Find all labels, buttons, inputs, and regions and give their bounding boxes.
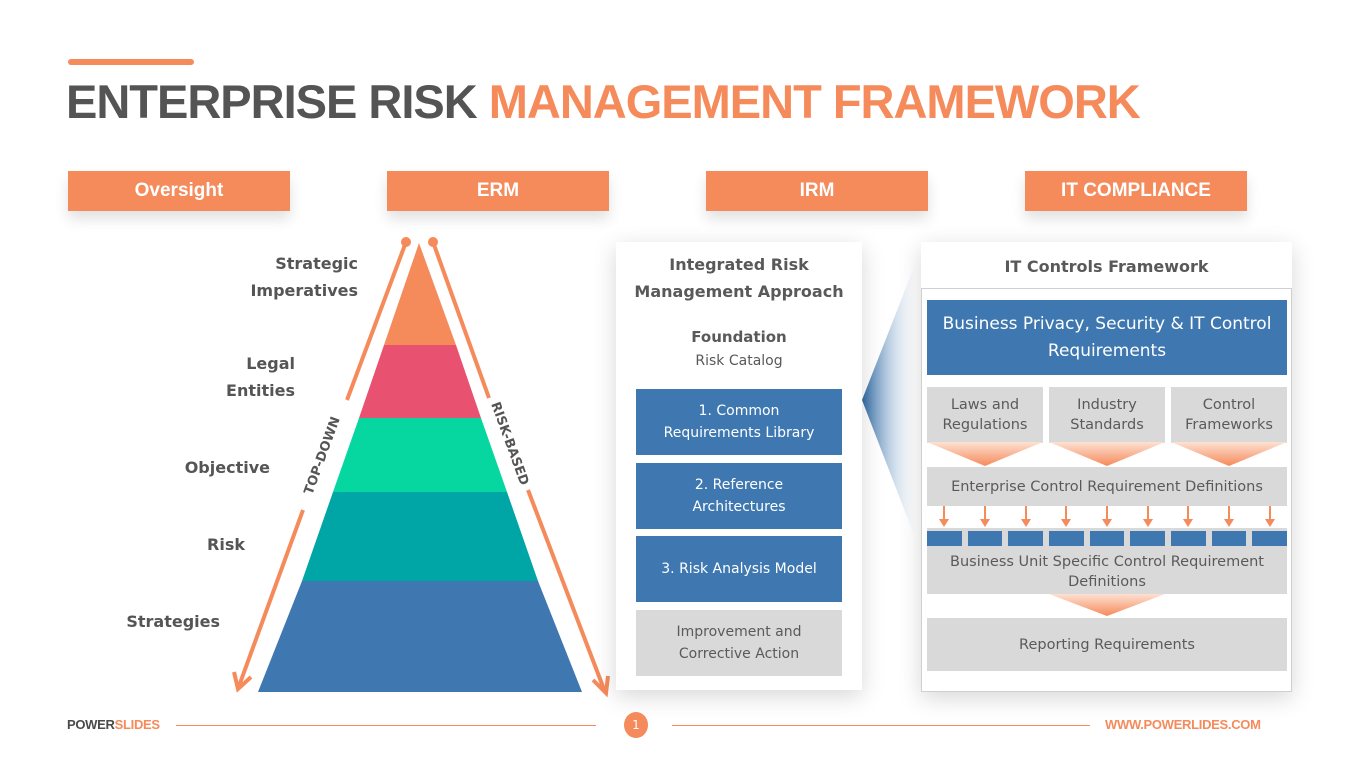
business-unit-bar [1171,531,1206,546]
box-line: Regulations [942,417,1028,433]
arrow-down-icon [1102,506,1112,528]
connector-wedge [862,262,916,540]
box-line: Business Unit Specific Control Requireme… [950,554,1264,570]
box-line: Standards [1070,417,1144,433]
step-line: 1. Common [698,403,780,419]
box-line: Business Privacy, Security & IT Control [942,313,1272,334]
business-privacy-security-requirements: Business Privacy, Security & IT Control … [927,300,1287,375]
irm-step-reference-architectures: 2. Reference Architectures [636,463,842,529]
business-unit-bars [927,531,1287,547]
chevron-down-icon [1049,442,1165,466]
box-line: Frameworks [1185,417,1273,433]
enterprise-control-requirement-definitions: Enterprise Control Requirement Definitio… [927,467,1287,506]
irm-card: Integrated Risk Management Approach Foun… [616,242,862,690]
business-unit-bar [1008,531,1043,546]
box-line: Laws and [950,397,1020,413]
irm-title-line: Integrated Risk [669,255,809,274]
step-line: Architectures [692,499,786,515]
step-line: Improvement and [676,624,802,640]
business-unit-bar [1211,531,1247,546]
reporting-chevron [1049,594,1165,616]
pyramid-level-risk [302,492,538,581]
source-laws-regulations: Laws and Regulations [927,387,1043,443]
brand-slides: SLIDES [114,717,160,732]
irm-risk-catalog: Risk Catalog [695,353,783,369]
source-control-frameworks: Control Frameworks [1171,387,1287,443]
arrow-down-icon [939,506,950,528]
irm-step-risk-analysis-model: 3. Risk Analysis Model [636,536,842,602]
arrow-down-icon [980,506,990,528]
arrow-down-icon [1224,506,1234,528]
business-unit-bar [967,531,1003,546]
pyramid-level-strategies [258,581,582,692]
arrow-down-icon [1142,506,1153,528]
pyramid-level-strategic-imperatives [384,243,456,345]
it-controls-title: IT Controls Framework [1004,257,1209,276]
reporting-requirements: Reporting Requirements [927,618,1287,671]
box-line: Control [1202,397,1256,413]
step-line: 2. Reference [694,477,784,493]
arrow-down-icon [1183,506,1194,528]
page-number: 1 [624,712,648,738]
footer-divider-left [176,725,596,726]
box-line: Requirements [1047,340,1167,361]
irm-improvement-corrective-action: Improvement and Corrective Action [636,610,842,676]
business-unit-bar [1049,531,1084,546]
chevron-down-icon [1049,594,1165,616]
step-line: Requirements Library [663,425,815,441]
box-line: Definitions [1068,574,1146,590]
step-line: Corrective Action [678,646,800,662]
arrow-down-icon [1061,506,1072,528]
irm-title: Integrated Risk Management Approach [616,251,862,305]
pyramid-level-objective [333,418,507,492]
business-unit-bar [927,531,962,546]
business-unit-bar [1089,531,1125,546]
chevron-down-icon [927,442,1043,466]
arrow-down-icon [1264,506,1275,528]
source-industry-standards: Industry Standards [1049,387,1165,443]
footer-url[interactable]: WWW.POWERLIDES.COM [1105,717,1261,732]
irm-step-common-requirements: 1. Common Requirements Library [636,389,842,455]
brand-power: POWER [67,717,115,732]
business-unit-bar [1252,531,1287,546]
irm-foundation: Foundation [691,328,787,346]
it-controls-card: IT Controls Framework Business Privacy, … [921,242,1292,692]
chevron-down-icon [1171,442,1287,466]
irm-title-line: Management Approach [634,282,844,301]
business-unit-specific-definitions: Business Unit Specific Control Requireme… [927,552,1287,592]
arrow-down-icon [1020,506,1031,528]
business-unit-bar [1130,531,1165,546]
box-line: Industry [1077,397,1137,413]
step-line: 3. Risk Analysis Model [661,561,817,577]
footer-brand: POWERSLIDES [67,717,160,732]
source-chevrons [927,442,1287,466]
footer-divider-right [672,725,1090,726]
pyramid-level-legal-entities [359,345,481,418]
